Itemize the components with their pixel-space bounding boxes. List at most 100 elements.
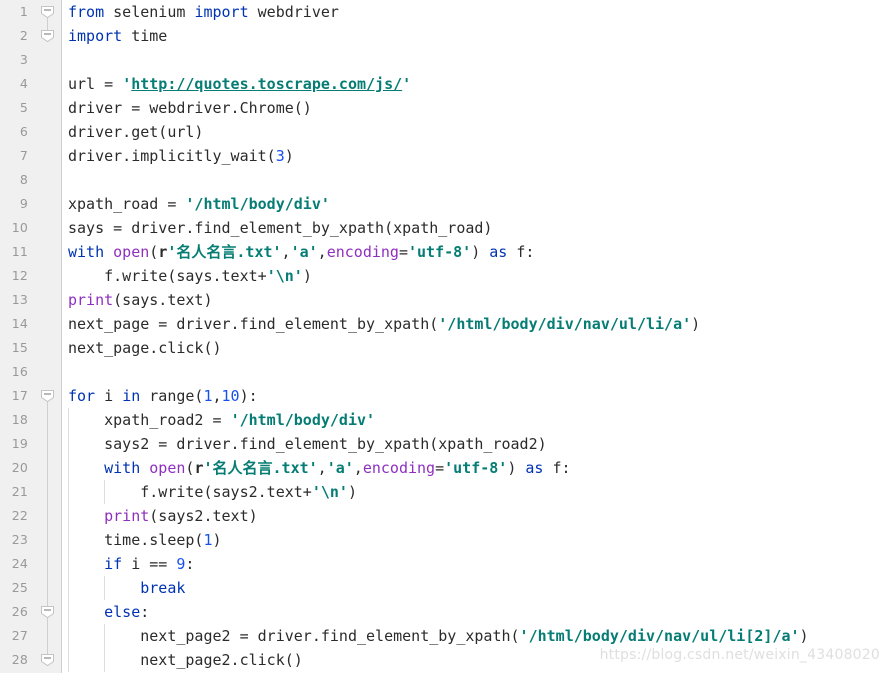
fold-column[interactable] bbox=[35, 408, 61, 432]
gutter-row[interactable]: 11 bbox=[0, 240, 61, 264]
gutter-row[interactable]: 16 bbox=[0, 360, 61, 384]
gutter-row[interactable]: 14 bbox=[0, 312, 61, 336]
code-line[interactable]: if i == 9: bbox=[62, 552, 890, 576]
gutter-row[interactable]: 24 bbox=[0, 552, 61, 576]
gutter-row[interactable]: 15 bbox=[0, 336, 61, 360]
code-area[interactable]: from selenium import webdriver import tim… bbox=[62, 0, 890, 673]
fold-column[interactable] bbox=[35, 480, 61, 504]
code-line[interactable]: else: bbox=[62, 600, 890, 624]
code-line[interactable]: driver.implicitly_wait(3) bbox=[62, 144, 890, 168]
code-line[interactable]: for i in range(1,10): bbox=[62, 384, 890, 408]
fold-column[interactable] bbox=[35, 456, 61, 480]
code-line[interactable]: driver = webdriver.Chrome() bbox=[62, 96, 890, 120]
gutter-row[interactable]: 25 bbox=[0, 576, 61, 600]
fold-column[interactable] bbox=[35, 144, 61, 168]
code-line[interactable]: from selenium import webdriver bbox=[62, 0, 890, 24]
gutter-row[interactable]: 1 bbox=[0, 0, 61, 24]
editor-gutter[interactable]: 1 2 3 4 5 6 7 8 9 10 11 12 13 14 15 16 17 18 19 20 21 22 23 24 2… bbox=[0, 0, 62, 673]
code-line[interactable]: next_page = driver.find_element_by_xpath… bbox=[62, 312, 890, 336]
code-line[interactable]: xpath_road2 = '/html/body/div' bbox=[62, 408, 890, 432]
fold-column[interactable] bbox=[35, 552, 61, 576]
code-fold-minus-icon[interactable] bbox=[40, 605, 55, 619]
gutter-row[interactable]: 8 bbox=[0, 168, 61, 192]
gutter-row[interactable]: 20 bbox=[0, 456, 61, 480]
line-number: 14 bbox=[11, 316, 28, 331]
gutter-row[interactable]: 3 bbox=[0, 48, 61, 72]
fold-column[interactable] bbox=[35, 288, 61, 312]
gutter-row[interactable]: 7 bbox=[0, 144, 61, 168]
token: print bbox=[68, 291, 114, 309]
code-fold-minus-icon[interactable] bbox=[40, 653, 55, 667]
code-line[interactable]: next_page.click() bbox=[62, 336, 890, 360]
fold-column[interactable] bbox=[35, 360, 61, 384]
code-line[interactable]: print(says.text) bbox=[62, 288, 890, 312]
gutter-row[interactable]: 5 bbox=[0, 96, 61, 120]
gutter-row[interactable]: 6 bbox=[0, 120, 61, 144]
fold-column[interactable] bbox=[35, 336, 61, 360]
gutter-row[interactable]: 13 bbox=[0, 288, 61, 312]
fold-column[interactable] bbox=[35, 24, 61, 48]
code-line[interactable]: xpath_road = '/html/body/div' bbox=[62, 192, 890, 216]
gutter-row[interactable]: 2 bbox=[0, 24, 61, 48]
fold-column[interactable] bbox=[35, 648, 61, 672]
gutter-row[interactable]: 12 bbox=[0, 264, 61, 288]
gutter-row[interactable]: 9 bbox=[0, 192, 61, 216]
code-line[interactable]: print(says2.text) bbox=[62, 504, 890, 528]
fold-column[interactable] bbox=[35, 0, 61, 24]
code-line[interactable]: driver.get(url) bbox=[62, 120, 890, 144]
code-line[interactable]: says2 = driver.find_element_by_xpath(xpa… bbox=[62, 432, 890, 456]
code-line[interactable]: with open(r'名人名言.txt','a',encoding='utf-… bbox=[62, 456, 890, 480]
token: open bbox=[113, 243, 150, 261]
code-line[interactable] bbox=[62, 48, 890, 72]
gutter-row[interactable]: 4 bbox=[0, 72, 61, 96]
fold-column[interactable] bbox=[35, 192, 61, 216]
code-line[interactable]: with open(r'名人名言.txt','a',encoding='utf-… bbox=[62, 240, 890, 264]
gutter-row[interactable]: 21 bbox=[0, 480, 61, 504]
code-line[interactable] bbox=[62, 168, 890, 192]
code-line-text: driver = webdriver.Chrome() bbox=[68, 99, 312, 117]
code-line[interactable]: f.write(says2.text+'\n') bbox=[62, 480, 890, 504]
fold-column[interactable] bbox=[35, 216, 61, 240]
code-line[interactable]: next_page2 = driver.find_element_by_xpat… bbox=[62, 624, 890, 648]
code-line[interactable]: next_page2.click() bbox=[62, 648, 890, 672]
gutter-row[interactable]: 27 bbox=[0, 624, 61, 648]
fold-column[interactable] bbox=[35, 432, 61, 456]
gutter-row[interactable]: 26 bbox=[0, 600, 61, 624]
code-line[interactable]: time.sleep(1) bbox=[62, 528, 890, 552]
gutter-row[interactable]: 18 bbox=[0, 408, 61, 432]
token: 10 bbox=[221, 387, 240, 405]
fold-column[interactable] bbox=[35, 576, 61, 600]
token: with bbox=[104, 459, 141, 477]
code-line[interactable] bbox=[62, 360, 890, 384]
token: says = driver.find_element_by_xpath(xpat… bbox=[68, 219, 493, 237]
fold-column[interactable] bbox=[35, 168, 61, 192]
fold-column[interactable] bbox=[35, 504, 61, 528]
fold-column[interactable] bbox=[35, 96, 61, 120]
token: '/html/body/div' bbox=[185, 195, 330, 213]
gutter-row[interactable]: 28 bbox=[0, 648, 61, 672]
fold-column[interactable] bbox=[35, 48, 61, 72]
code-fold-minus-icon[interactable] bbox=[40, 389, 55, 403]
fold-column[interactable] bbox=[35, 240, 61, 264]
code-line[interactable]: says = driver.find_element_by_xpath(xpat… bbox=[62, 216, 890, 240]
code-line[interactable]: f.write(says.text+'\n') bbox=[62, 264, 890, 288]
fold-column[interactable] bbox=[35, 72, 61, 96]
code-editor[interactable]: 1 2 3 4 5 6 7 8 9 10 11 12 13 14 15 16 17 18 19 20 21 22 23 24 2… bbox=[0, 0, 890, 673]
fold-column[interactable] bbox=[35, 624, 61, 648]
code-fold-minus-icon[interactable] bbox=[40, 5, 55, 19]
fold-column[interactable] bbox=[35, 120, 61, 144]
gutter-row[interactable]: 19 bbox=[0, 432, 61, 456]
code-fold-minus-icon[interactable] bbox=[40, 29, 55, 43]
gutter-row[interactable]: 17 bbox=[0, 384, 61, 408]
code-line[interactable]: import time bbox=[62, 24, 890, 48]
fold-column[interactable] bbox=[35, 312, 61, 336]
gutter-row[interactable]: 22 bbox=[0, 504, 61, 528]
code-line[interactable]: break bbox=[62, 576, 890, 600]
fold-column[interactable] bbox=[35, 264, 61, 288]
gutter-row[interactable]: 10 bbox=[0, 216, 61, 240]
code-line[interactable]: url = 'http://quotes.toscrape.com/js/' bbox=[62, 72, 890, 96]
fold-column[interactable] bbox=[35, 528, 61, 552]
gutter-row[interactable]: 23 bbox=[0, 528, 61, 552]
fold-column[interactable] bbox=[35, 600, 61, 624]
fold-column[interactable] bbox=[35, 384, 61, 408]
